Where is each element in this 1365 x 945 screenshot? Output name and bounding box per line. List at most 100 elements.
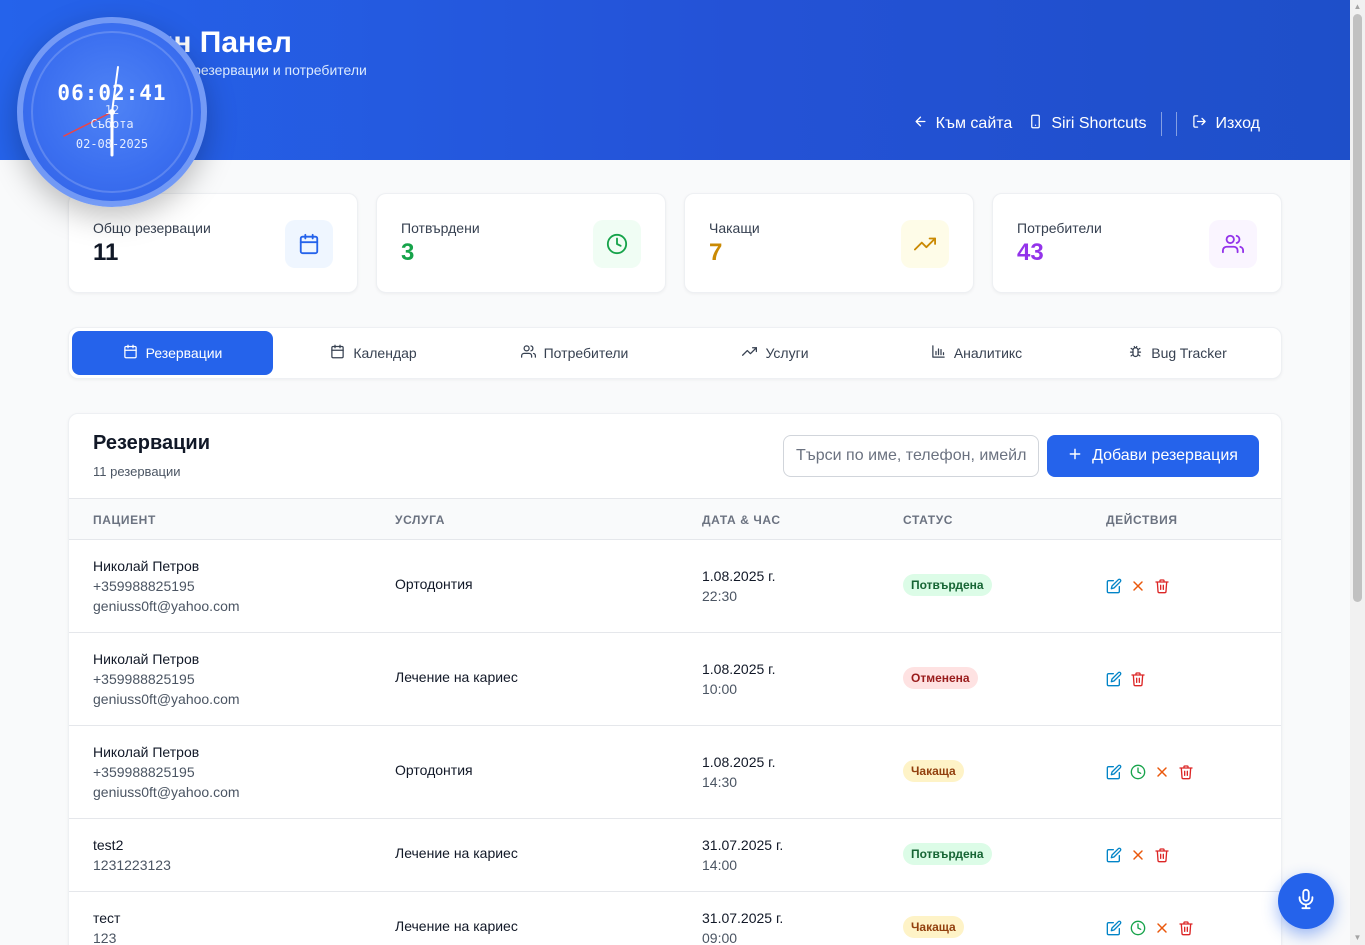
datetime-cell: 31.07.2025 г. 09:00 [702, 908, 783, 945]
trash-icon[interactable] [1178, 920, 1194, 936]
tab-users[interactable]: Потребители [474, 331, 675, 375]
reservation-time: 10:00 [702, 681, 738, 697]
microphone-icon [1295, 888, 1317, 915]
tab-bug-tracker[interactable]: Bug Tracker [1077, 331, 1278, 375]
patient-name: Николай Петров [93, 558, 200, 574]
users-icon [520, 344, 536, 362]
column-header: СТАТУС [903, 513, 954, 527]
logout-icon [1192, 114, 1207, 134]
voice-assistant-button[interactable] [1278, 873, 1334, 929]
page-scrollbar[interactable]: ▲ ▼ [1350, 0, 1365, 945]
tab-analytics[interactable]: Аналитикс [876, 331, 1077, 375]
bug-icon [1128, 344, 1143, 362]
stat-value: 11 [93, 239, 119, 266]
back-to-site-label: Към сайта [935, 115, 1013, 132]
column-header: ПАЦИЕНТ [93, 513, 156, 527]
scroll-down-arrow[interactable]: ▼ [1353, 933, 1362, 943]
stat-card-pending: Чакащи 7 [684, 193, 974, 293]
add-reservation-button[interactable]: Добави резервация [1047, 435, 1259, 477]
service-cell: Лечение на кариес [395, 845, 518, 861]
trash-icon[interactable] [1178, 764, 1194, 780]
patient-name: test2 [93, 837, 124, 853]
tab-label: Резервации [145, 345, 223, 361]
stat-card-total: Общо резервации 11 [68, 193, 358, 293]
reservation-time: 09:00 [702, 930, 738, 945]
reservation-date: 1.08.2025 г. [702, 661, 776, 677]
tab-label: Календар [353, 345, 417, 361]
search-input[interactable] [783, 435, 1039, 477]
confirm-clock-icon[interactable] [1130, 920, 1146, 936]
section-title: Резервации [93, 432, 211, 454]
column-header: УСЛУГА [395, 513, 446, 527]
stats-row: Общо резервации 11 Потвърдени 3 Чакащи 7… [68, 193, 1282, 293]
edit-icon[interactable] [1106, 671, 1122, 687]
datetime-cell: 31.07.2025 г. 14:00 [702, 835, 783, 875]
stat-label: Чакащи [709, 220, 760, 236]
tab-reservations[interactable]: Резервации [72, 331, 273, 375]
trending-up-icon [742, 344, 758, 362]
patient-email: geniuss0ft@yahoo.com [93, 784, 240, 800]
edit-icon[interactable] [1106, 578, 1122, 594]
confirm-clock-icon[interactable] [1130, 764, 1146, 780]
edit-icon[interactable] [1106, 847, 1122, 863]
scroll-up-arrow[interactable]: ▲ [1353, 2, 1362, 12]
patient-cell: test2 1231223123 [93, 835, 171, 875]
stat-label: Общо резервации [93, 220, 211, 236]
scrollbar-thumb[interactable] [1353, 14, 1362, 602]
trash-icon[interactable] [1154, 578, 1170, 594]
patient-cell: Николай Петров +359988825195 geniuss0ft@… [93, 556, 240, 616]
tab-calendar[interactable]: Календар [273, 331, 474, 375]
reservation-time: 14:30 [702, 774, 738, 790]
reservation-date: 1.08.2025 г. [702, 568, 776, 584]
actions-cell [1106, 578, 1170, 594]
stat-card-confirmed: Потвърдени 3 [376, 193, 666, 293]
trash-icon[interactable] [1130, 671, 1146, 687]
reservations-panel: Резервации 11 резервации Добави резервац… [68, 413, 1282, 945]
trash-icon[interactable] [1154, 847, 1170, 863]
cancel-icon[interactable] [1130, 578, 1146, 594]
status-badge: Чакаща [903, 760, 964, 782]
cancel-icon[interactable] [1154, 764, 1170, 780]
column-header: ДЕЙСТВИЯ [1106, 513, 1178, 527]
service-cell: Лечение на кариес [395, 918, 518, 934]
tab-label: Потребители [543, 345, 629, 361]
add-reservation-label: Добави резервация [1092, 447, 1238, 464]
siri-shortcuts-link[interactable]: Siri Shortcuts [1020, 110, 1154, 138]
table-header: ПАЦИЕНТ УСЛУГА ДАТА & ЧАС СТАТУС ДЕЙСТВИ… [69, 498, 1281, 540]
patient-name: Николай Петров [93, 744, 200, 760]
reservation-count: 11 резервации [93, 464, 181, 479]
reservation-time: 22:30 [702, 588, 738, 604]
stat-value: 3 [401, 239, 415, 266]
calendar-icon [330, 344, 345, 362]
patient-phone: +359988825195 [93, 578, 195, 594]
back-to-site-link[interactable]: Към сайта [905, 110, 1021, 138]
reservation-date: 31.07.2025 г. [702, 837, 784, 853]
patient-cell: Николай Петров +359988825195 geniuss0ft@… [93, 649, 240, 709]
patient-phone: +359988825195 [93, 764, 195, 780]
stat-label: Потвърдени [401, 220, 480, 236]
logout-link[interactable]: Изход [1184, 110, 1268, 138]
patient-phone: 1231223123 [93, 857, 171, 873]
admin-tabs: Резервации Календар Потребители Услуги А… [68, 327, 1282, 379]
calendar-icon [123, 344, 138, 362]
cancel-icon[interactable] [1154, 920, 1170, 936]
tab-services[interactable]: Услуги [675, 331, 876, 375]
clock-day: Събота [90, 117, 134, 131]
actions-cell [1106, 764, 1194, 780]
clock-widget[interactable]: 06:02:41 12 Събота 02-08-2025 [17, 17, 207, 207]
table-row: Николай Петров +359988825195 geniuss0ft@… [69, 726, 1281, 819]
users-icon [1209, 220, 1257, 268]
edit-icon[interactable] [1106, 764, 1122, 780]
patient-cell: тест 123 [93, 908, 120, 945]
arrow-left-icon [913, 114, 928, 134]
siri-shortcuts-label: Siri Shortcuts [1051, 115, 1147, 132]
status-badge: Потвърдена [903, 574, 992, 596]
stat-card-users: Потребители 43 [992, 193, 1282, 293]
status-cell: Отменена [903, 667, 978, 689]
patient-email: geniuss0ft@yahoo.com [93, 598, 240, 614]
nav-divider [1176, 112, 1178, 136]
edit-icon[interactable] [1106, 920, 1122, 936]
status-cell: Потвърдена [903, 574, 992, 596]
cancel-icon[interactable] [1130, 847, 1146, 863]
service-cell: Лечение на кариес [395, 669, 518, 685]
